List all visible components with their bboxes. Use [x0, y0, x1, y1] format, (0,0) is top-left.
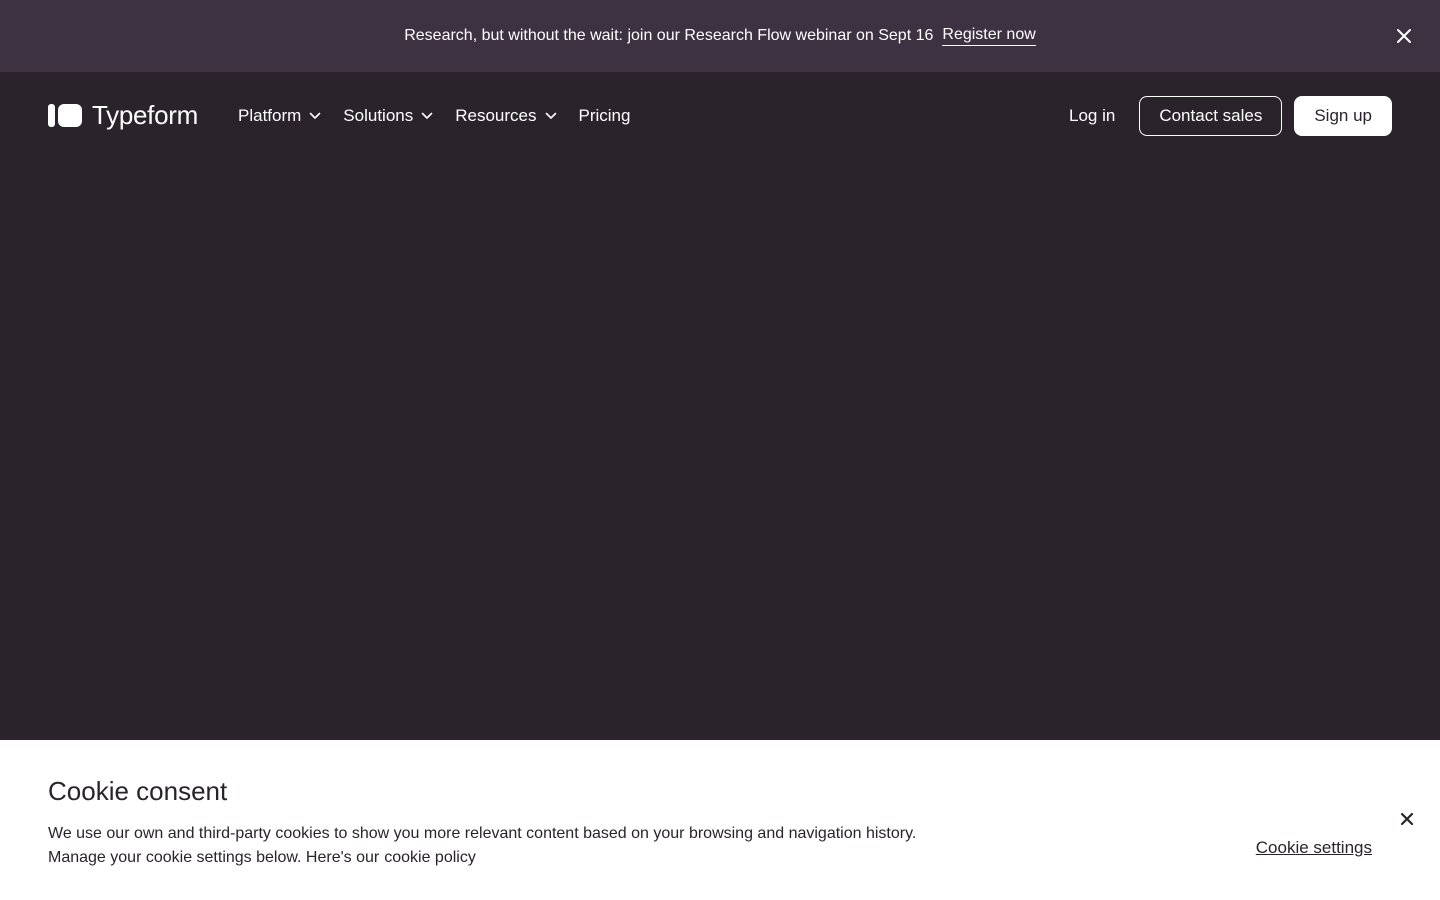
nav-item-label: Pricing: [578, 106, 631, 125]
cookie-text-line-2-prefix: Manage your cookie settings below. Here'…: [48, 849, 380, 866]
cookie-consent-banner: Cookie consent We use our own and third-…: [0, 740, 1440, 900]
nav-item-label: Platform: [238, 106, 302, 125]
chevron-down-icon: [421, 112, 433, 120]
cookie-consent-title: Cookie consent: [48, 776, 228, 806]
close-icon[interactable]: [1398, 810, 1416, 828]
login-link[interactable]: Log in: [1069, 106, 1115, 126]
cookie-settings-link[interactable]: Cookie settings: [1256, 838, 1372, 858]
nav-actions: Log in Contact sales Sign up: [1069, 96, 1392, 136]
nav-item-label: Resources: [455, 106, 537, 125]
logo-text: Typeform: [92, 99, 198, 130]
nav-menu: Platform Solutions Resources Pricing: [238, 104, 652, 128]
announcement-bar: Research, but without the wait: join our…: [0, 0, 1440, 72]
cookie-consent-text: We use our own and third-party cookies t…: [48, 822, 968, 870]
nav-item-pricing[interactable]: Pricing: [579, 106, 631, 126]
cookie-text-line-2: Manage your cookie settings below. Here'…: [48, 846, 968, 870]
nav-item-platform[interactable]: Platform: [238, 106, 321, 126]
sign-up-button[interactable]: Sign up: [1294, 96, 1392, 136]
typeform-logo[interactable]: Typeform: [48, 100, 198, 130]
typeform-logo-icon: [48, 103, 82, 127]
close-icon[interactable]: [1394, 26, 1414, 46]
register-now-link[interactable]: Register now: [942, 26, 1036, 46]
nav-item-resources[interactable]: Resources: [455, 106, 556, 126]
cookie-policy-link[interactable]: cookie policy: [384, 849, 476, 866]
chevron-down-icon: [545, 112, 557, 120]
announcement-message: Research, but without the wait: join our…: [404, 27, 934, 44]
main-navigation: Typeform Platform Solutions Resources Pr…: [0, 72, 1440, 160]
nav-item-solutions[interactable]: Solutions: [343, 106, 433, 126]
chevron-down-icon: [309, 112, 321, 120]
nav-item-label: Solutions: [343, 106, 414, 125]
contact-sales-button[interactable]: Contact sales: [1139, 96, 1283, 136]
cookie-text-line-1: We use our own and third-party cookies t…: [48, 825, 917, 842]
